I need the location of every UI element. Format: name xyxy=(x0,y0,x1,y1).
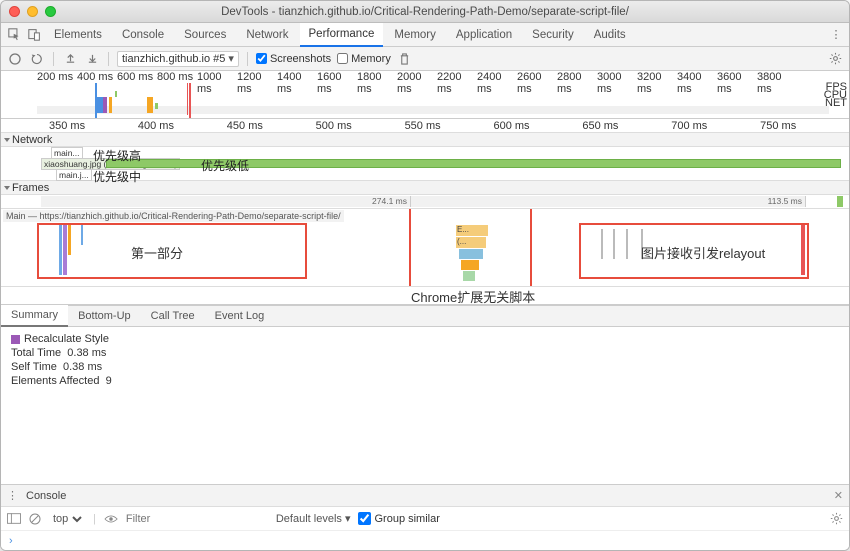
tab-console[interactable]: Console xyxy=(113,24,173,46)
frames-section[interactable]: 274.1 ms 113.5 ms xyxy=(1,195,849,209)
flame-bar[interactable] xyxy=(81,225,83,245)
flame-bar[interactable] xyxy=(68,225,71,255)
tab-performance[interactable]: Performance xyxy=(300,23,384,47)
live-expression-icon[interactable] xyxy=(104,514,118,524)
main-thread-section[interactable]: Main — https://tianzhich.github.io/Criti… xyxy=(1,209,849,287)
network-section[interactable]: main... xiaoshuang.jpg (tianzhich.github… xyxy=(1,147,849,181)
overview-ticks: 200 ms400 ms600 ms800 ms1000 ms1200 ms14… xyxy=(1,71,849,83)
reload-record-button[interactable] xyxy=(29,51,45,67)
annotation-priority-mid: 优先级中 xyxy=(93,168,141,185)
kebab-menu-icon[interactable]: ⋮ xyxy=(827,28,845,41)
annotation-chrome-ext: Chrome扩展无关脚本 xyxy=(411,287,535,306)
devtools-window: DevTools - tianzhich.github.io/Critical-… xyxy=(0,0,850,551)
console-settings-icon[interactable] xyxy=(830,512,843,525)
tab-event-log[interactable]: Event Log xyxy=(205,306,275,326)
console-prompt[interactable]: › xyxy=(1,530,849,550)
frame-segment[interactable]: 274.1 ms xyxy=(41,196,411,207)
flame-bar[interactable] xyxy=(601,229,603,259)
tab-audits[interactable]: Audits xyxy=(585,24,635,46)
flame-bar[interactable]: E... xyxy=(456,225,488,236)
screenshots-checkbox[interactable]: Screenshots xyxy=(256,53,331,65)
drawer-title: Console xyxy=(26,490,66,502)
flame-bar[interactable] xyxy=(461,260,479,270)
flame-bar[interactable] xyxy=(63,225,67,275)
drawer-header: ⋮ Console ✕ xyxy=(1,484,849,506)
annotation-priority-low: 优先级低 xyxy=(201,157,249,174)
flame-bar[interactable] xyxy=(59,225,62,275)
frame-marker xyxy=(837,196,843,207)
flame-bar[interactable] xyxy=(463,271,475,281)
flame-bar[interactable] xyxy=(613,229,615,259)
device-toggle-icon[interactable] xyxy=(25,26,43,44)
context-select[interactable]: top xyxy=(49,512,85,526)
flame-bar[interactable] xyxy=(459,249,483,259)
tab-network[interactable]: Network xyxy=(237,24,297,46)
memory-checkbox[interactable]: Memory xyxy=(337,53,391,65)
flame-bar[interactable] xyxy=(626,229,628,259)
devtools-panel: Elements Console Sources Network Perform… xyxy=(1,23,849,550)
timeline-overview[interactable]: 200 ms400 ms600 ms800 ms1000 ms1200 ms14… xyxy=(1,71,849,119)
detail-ruler: 350 ms400 ms450 ms500 ms550 ms600 ms650 … xyxy=(1,119,849,133)
inspect-icon[interactable] xyxy=(5,26,23,44)
clear-button[interactable] xyxy=(397,51,413,67)
network-resource[interactable]: main.j... xyxy=(56,169,92,181)
tab-memory[interactable]: Memory xyxy=(385,24,445,46)
record-button[interactable] xyxy=(7,51,23,67)
summary-heading: Recalculate Style xyxy=(24,333,109,345)
levels-select[interactable]: Default levels ▾ xyxy=(276,512,351,525)
flame-bar[interactable] xyxy=(801,225,805,275)
annotation-relayout: 图片接收引发relayout xyxy=(641,243,765,262)
settings-icon[interactable] xyxy=(827,51,843,67)
summary-panel: Recalculate Style Total Time 0.38 ms Sel… xyxy=(1,327,849,391)
annotation-part1: 第一部分 xyxy=(131,243,183,262)
main-thread-label: Main — https://tianzhich.github.io/Criti… xyxy=(3,210,344,222)
drawer-close-icon[interactable]: ✕ xyxy=(834,489,843,502)
flame-bar[interactable]: (... xyxy=(456,237,486,248)
group-similar-checkbox[interactable]: Group similar xyxy=(358,512,439,525)
performance-toolbar: tianzhich.github.io #5 ▾ Screenshots Mem… xyxy=(1,47,849,71)
clear-console-icon[interactable] xyxy=(29,513,41,525)
console-toolbar: top | Default levels ▾ Group similar xyxy=(1,506,849,530)
details-tabs: Summary Bottom-Up Call Tree Event Log xyxy=(1,305,849,327)
annotation-priority-high: 优先级高 xyxy=(93,147,141,164)
titlebar: DevTools - tianzhich.github.io/Critical-… xyxy=(1,1,849,23)
save-profile-button[interactable] xyxy=(84,51,100,67)
category-swatch xyxy=(11,335,20,344)
tab-elements[interactable]: Elements xyxy=(45,24,111,46)
sidebar-toggle-icon[interactable] xyxy=(7,513,21,524)
drawer-menu-icon[interactable]: ⋮ xyxy=(7,489,18,502)
tab-bottom-up[interactable]: Bottom-Up xyxy=(68,306,141,326)
load-profile-button[interactable] xyxy=(62,51,78,67)
frame-segment[interactable]: 113.5 ms xyxy=(411,196,806,207)
tab-application[interactable]: Application xyxy=(447,24,521,46)
tab-summary[interactable]: Summary xyxy=(1,305,68,327)
tab-security[interactable]: Security xyxy=(523,24,583,46)
network-section-header[interactable]: Network xyxy=(1,133,849,147)
tab-sources[interactable]: Sources xyxy=(175,24,235,46)
tab-call-tree[interactable]: Call Tree xyxy=(141,306,205,326)
window-title: DevTools - tianzhich.github.io/Critical-… xyxy=(1,6,849,18)
recording-select[interactable]: tianzhich.github.io #5 ▾ xyxy=(117,51,239,67)
panel-tabs: Elements Console Sources Network Perform… xyxy=(1,23,849,47)
console-filter-input[interactable] xyxy=(126,513,268,525)
